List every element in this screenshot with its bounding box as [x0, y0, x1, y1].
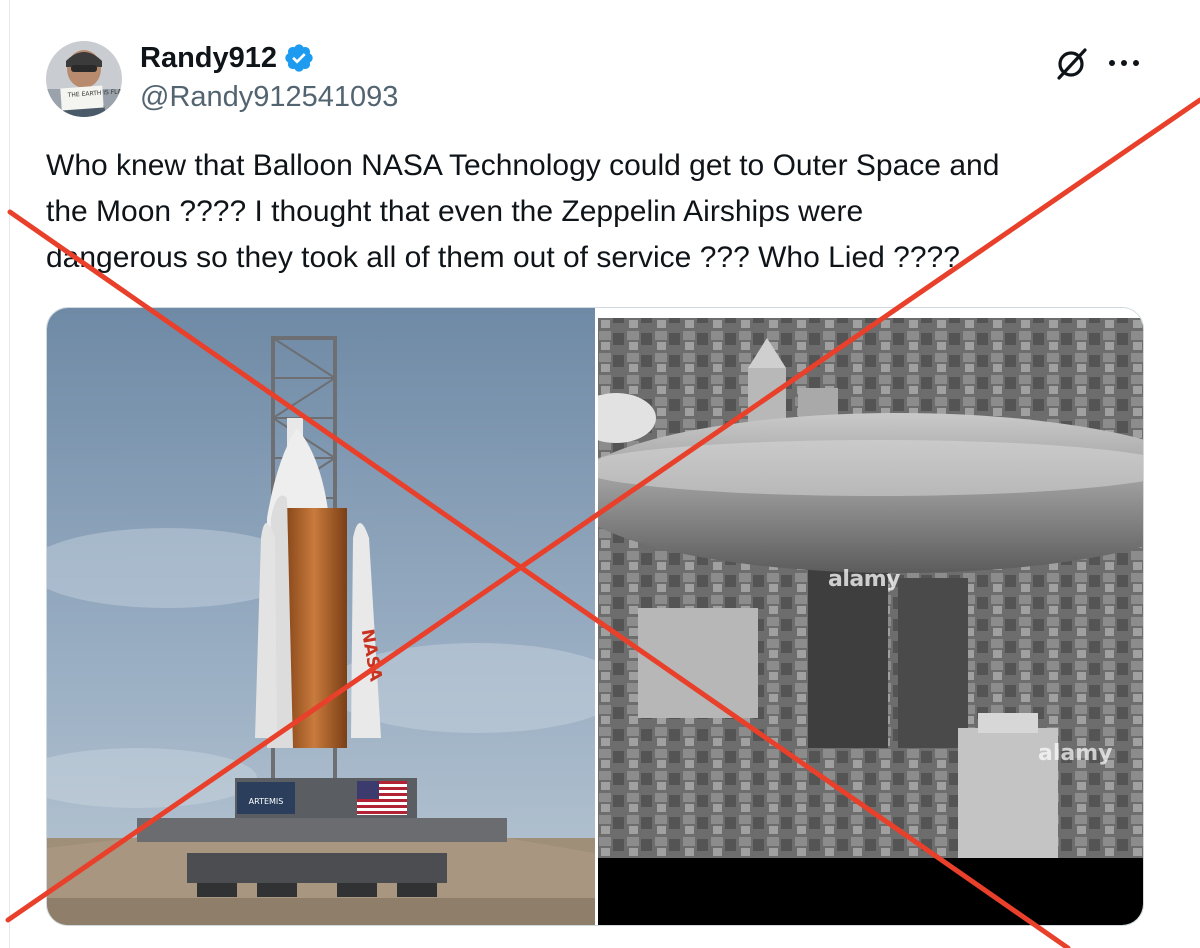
avatar[interactable]: THE EARTH IS FLAT — [46, 41, 122, 117]
author-name[interactable]: Randy912 — [140, 40, 277, 76]
timeline-border — [9, 0, 10, 948]
alamy-watermark-2: alamy — [1038, 741, 1113, 766]
mobile-launcher-banner: ARTEMIS — [249, 797, 284, 806]
more-options-icon[interactable] — [1104, 44, 1144, 82]
alamy-watermark: alamy — [828, 567, 900, 592]
post-text: Who knew that Balloon NASA Technology co… — [46, 149, 1000, 274]
grok-icon[interactable] — [1052, 44, 1090, 82]
media-grid: NASA ARTEMIS alamy alamy — [46, 307, 1144, 926]
verified-badge-icon — [283, 42, 315, 74]
zeppelin-photo[interactable]: alamy alamy — [598, 308, 1143, 925]
tweet-screenshot: THE EARTH IS FLAT Randy912 @Randy9125410… — [0, 0, 1200, 948]
rocket-photo[interactable]: NASA ARTEMIS — [47, 308, 595, 925]
author-handle[interactable]: @Randy912541093 — [140, 79, 398, 115]
